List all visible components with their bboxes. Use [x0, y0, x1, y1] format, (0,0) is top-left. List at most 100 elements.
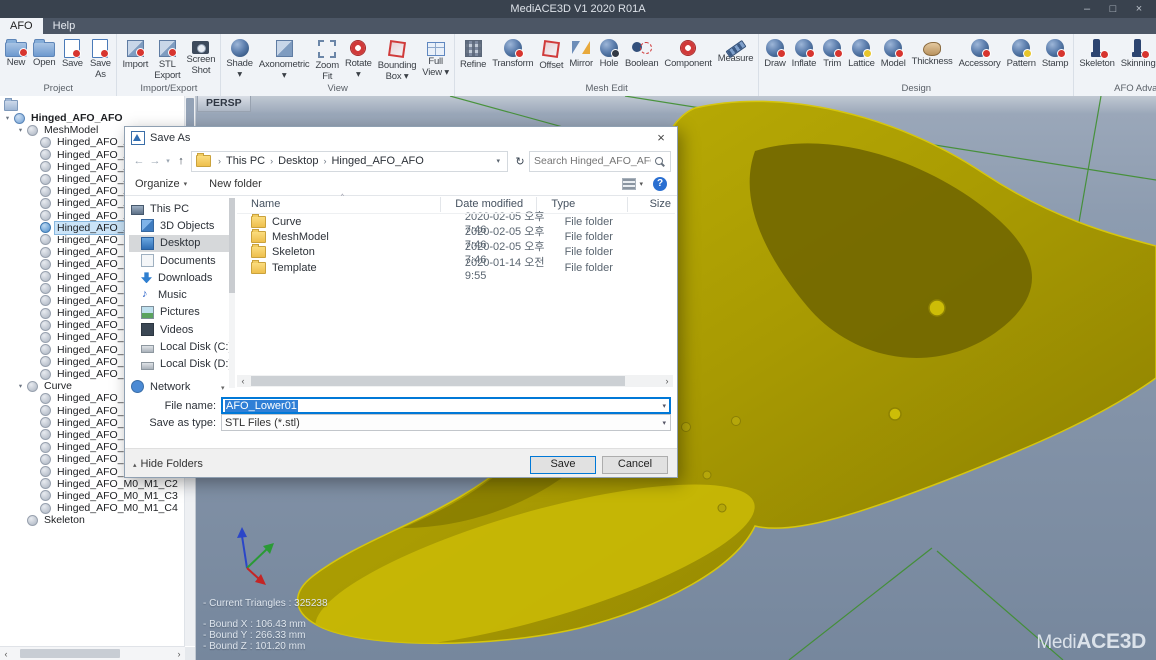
address-breadcrumb[interactable]: ›This PC›Desktop›Hinged_AFO_AFO▾ [191, 151, 508, 172]
sidebar-item-videos[interactable]: Videos [129, 321, 229, 338]
boolean-button[interactable]: Boolean [622, 36, 661, 70]
sidebar-scroll-thumb[interactable] [229, 198, 235, 293]
sidebar-item-downloads[interactable]: Downloads [129, 269, 229, 286]
scroll-right-icon[interactable]: › [173, 648, 185, 660]
tree-item-hinged-afo-m0-m1-c2[interactable]: Hinged_AFO_M0_M1_C2 [0, 478, 185, 490]
expand-chevron-icon[interactable]: ▾ [3, 114, 12, 122]
refine-button[interactable]: Refine [457, 36, 489, 71]
sidebar-item-3d-objects[interactable]: 3D Objects [129, 217, 229, 234]
file-name-input[interactable]: AFO_Lower01 ▾ [221, 397, 671, 414]
trim-button[interactable]: Trim [819, 36, 845, 70]
minimize-button[interactable]: – [1074, 0, 1100, 18]
stl-export-button[interactable]: STL Export [151, 36, 183, 81]
file-name-value[interactable]: AFO_Lower01 [225, 400, 298, 412]
skinning-button[interactable]: Skinning [1118, 36, 1156, 70]
list-scroll-right-icon[interactable]: › [661, 375, 673, 387]
pattern-button[interactable]: Pattern [1004, 36, 1039, 70]
breadcrumb-hinged-afo-afo[interactable]: Hinged_AFO_AFO [327, 155, 427, 167]
new-folder-button[interactable]: New folder [209, 178, 262, 190]
inflate-button[interactable]: Inflate [789, 36, 819, 70]
skeleton-button[interactable]: Skeleton [1076, 36, 1117, 70]
sidebar-scrollbar[interactable] [229, 198, 235, 388]
file-name-dropdown-icon[interactable]: ▾ [662, 402, 666, 410]
sidebar-item-network[interactable]: Network [129, 378, 229, 395]
tree-horizontal-scrollbar[interactable]: ‹ › [0, 646, 185, 660]
history-dropdown-icon[interactable]: ▾ [163, 157, 173, 165]
draw-button[interactable]: Draw [761, 36, 788, 70]
import-button[interactable]: Import [119, 36, 151, 71]
axonometric-button[interactable]: Axonometric ▾ [256, 36, 313, 81]
bounding-box-button[interactable]: Bounding Box ▾ [375, 36, 420, 82]
list-scroll-left-icon[interactable]: ‹ [237, 375, 249, 387]
save-button[interactable]: Save [58, 36, 86, 70]
mirror-button[interactable]: Mirror [566, 36, 596, 70]
column-header-name[interactable]: Name [237, 197, 441, 212]
sidebar-item-local-disk-c[interactable]: Local Disk (C:) [129, 338, 229, 355]
menu-afo[interactable]: AFO [0, 18, 43, 34]
column-header-type[interactable]: Type [537, 197, 628, 212]
tree-item-hinged-afo-m0-m1-c3[interactable]: Hinged_AFO_M0_M1_C3 [0, 490, 185, 502]
sidebar-item-documents[interactable]: Documents [129, 252, 229, 269]
search-box[interactable] [529, 151, 671, 172]
save-as-button[interactable]: Save As [86, 36, 114, 80]
file-list-hscrollbar[interactable]: ‹ › [237, 375, 673, 387]
menu-help[interactable]: Help [43, 18, 86, 34]
up-icon[interactable]: ↑ [173, 155, 189, 167]
component-button[interactable]: Component [661, 36, 714, 70]
sidebar-item-music[interactable]: Music [129, 286, 229, 303]
save-type-select[interactable]: STL Files (*.stl) ▾ [221, 414, 671, 431]
perspective-view-tab[interactable]: PERSP [197, 96, 251, 112]
list-hscroll-thumb[interactable] [251, 376, 625, 386]
back-icon[interactable]: ← [131, 155, 147, 167]
organize-button[interactable]: Organize [135, 178, 180, 190]
view-options-button[interactable]: ▾ [622, 178, 643, 190]
help-button[interactable]: ? [653, 177, 667, 191]
scroll-left-icon[interactable]: ‹ [0, 648, 12, 660]
search-input[interactable] [530, 155, 655, 167]
full-view-button[interactable]: Full View ▾ [419, 36, 452, 78]
file-row-template[interactable]: Template2020-01-14 오전 9:55File folder [237, 260, 675, 275]
open-button[interactable]: Open [30, 36, 58, 69]
maximize-button[interactable]: □ [1100, 0, 1126, 18]
tree-item-skeleton[interactable]: Skeleton [0, 514, 185, 526]
expand-chevron-icon[interactable]: ▾ [16, 126, 25, 134]
accessory-button[interactable]: Accessory [956, 36, 1004, 70]
save-type-dropdown-icon[interactable]: ▾ [662, 419, 666, 427]
sidebar-item-pictures[interactable]: Pictures [129, 304, 229, 321]
column-header-size[interactable]: Size [628, 197, 675, 212]
sidebar-item-local-disk-d[interactable]: Local Disk (D:) [129, 356, 229, 373]
stamp-button[interactable]: Stamp [1039, 36, 1071, 70]
thickness-button[interactable]: Thickness [909, 36, 956, 68]
expand-chevron-icon[interactable]: ▾ [16, 382, 25, 390]
column-header-date-modified[interactable]: Date modified [441, 197, 537, 212]
hide-folders-button[interactable]: ▴Hide Folders [133, 458, 203, 470]
shade-button[interactable]: Shade ▾ [223, 36, 255, 80]
dialog-title-bar[interactable]: Save As × [125, 127, 677, 149]
breadcrumb-this-pc[interactable]: This PC [222, 155, 269, 167]
hscroll-track[interactable] [12, 649, 173, 658]
address-dropdown-icon[interactable]: ▾ [493, 157, 503, 165]
save-button[interactable]: Save [530, 456, 596, 474]
rotate-button[interactable]: Rotate ▾ [342, 36, 375, 80]
offset-button[interactable]: Offset [536, 36, 566, 72]
close-button[interactable]: × [1126, 0, 1152, 18]
dialog-close-icon[interactable]: × [645, 127, 677, 149]
breadcrumb-desktop[interactable]: Desktop [274, 155, 322, 167]
model-button[interactable]: Model [878, 36, 909, 70]
sidebar-item-this-pc[interactable]: This PC [129, 200, 229, 217]
tree-item-hinged-afo-m0-m1-c4[interactable]: Hinged_AFO_M0_M1_C4 [0, 502, 185, 514]
lattice-button[interactable]: Lattice [845, 36, 878, 70]
forward-icon[interactable]: → [147, 155, 163, 167]
measure-button[interactable]: Measure [715, 36, 757, 65]
tree-item-hinged-afo-afo[interactable]: ▾Hinged_AFO_AFO [0, 112, 185, 124]
tree-hscroll-thumb[interactable] [20, 649, 120, 658]
organize-dropdown-icon[interactable]: ▾ [184, 180, 188, 188]
sidebar-item-desktop[interactable]: Desktop [129, 235, 229, 252]
transform-button[interactable]: Transform [489, 36, 536, 70]
screen-shot-button[interactable]: Screen Shot [183, 36, 218, 76]
hole-button[interactable]: Hole [596, 36, 622, 70]
refresh-icon[interactable]: ↻ [511, 155, 529, 168]
new-button[interactable]: New [2, 36, 30, 69]
sidebar-scroll-down-icon[interactable]: ▾ [221, 384, 225, 392]
cancel-button[interactable]: Cancel [602, 456, 668, 474]
